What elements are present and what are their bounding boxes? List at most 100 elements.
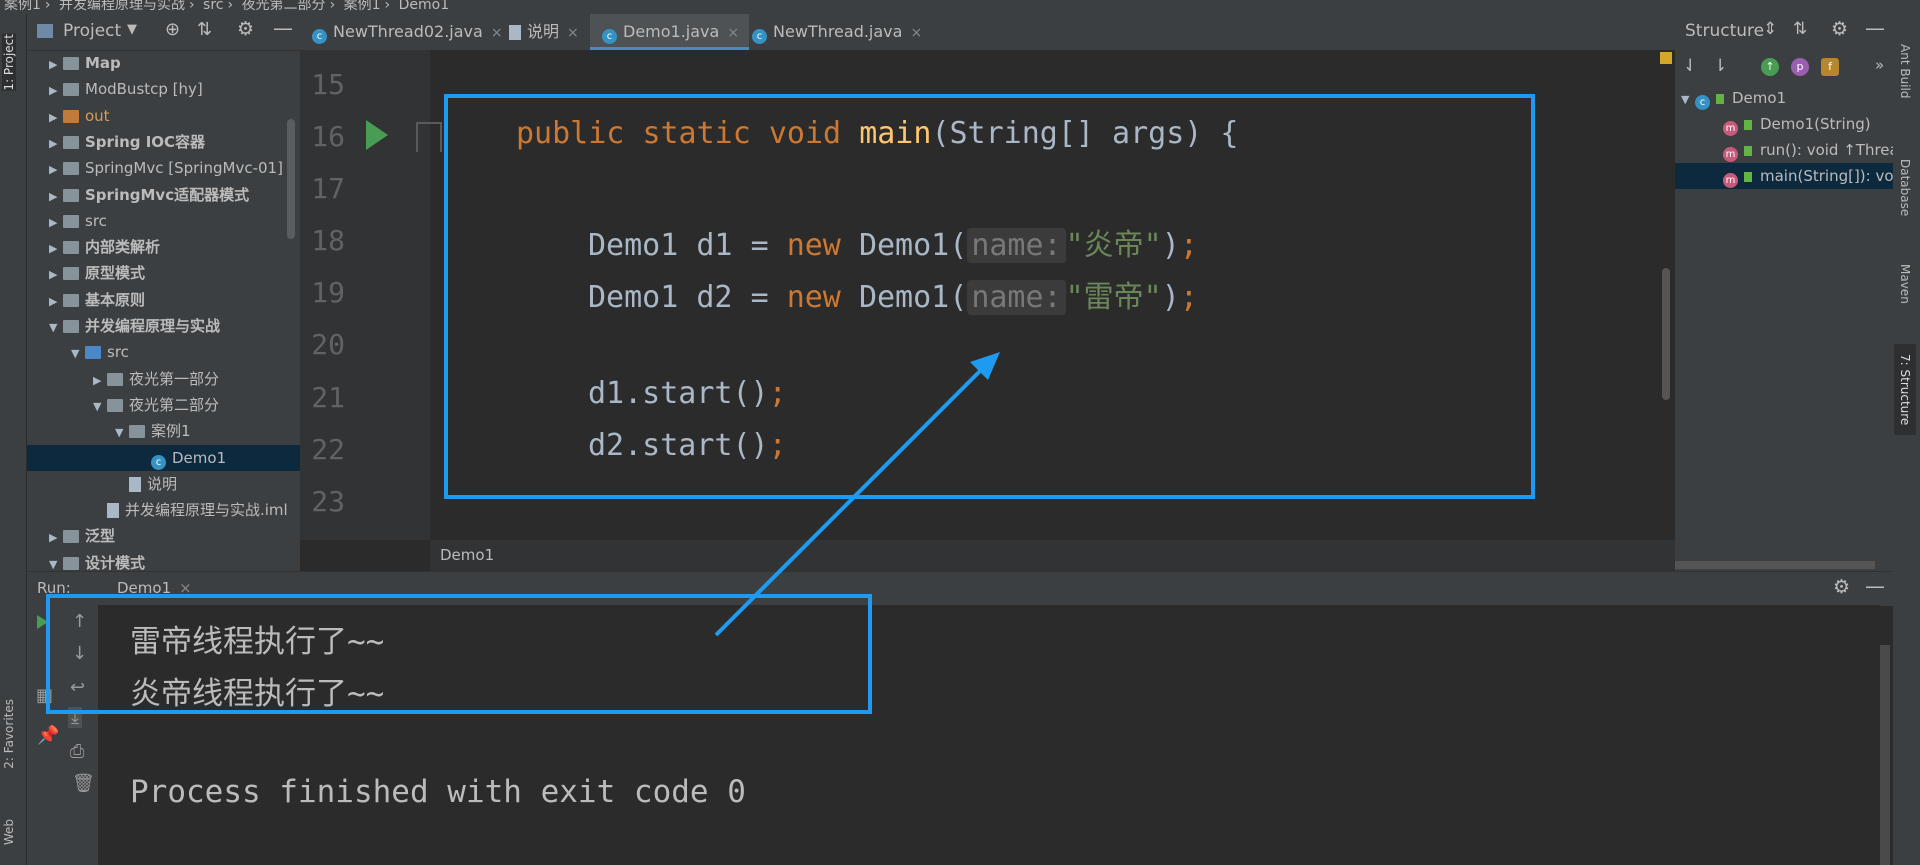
tree-item-label: src: [85, 211, 107, 230]
favorites-tool-tab[interactable]: 2: Favorites: [2, 699, 16, 769]
sort-visibility-icon[interactable]: ⇂: [1713, 56, 1727, 76]
tree-item[interactable]: ▶ 基本原则: [27, 287, 300, 313]
web-tool-tab[interactable]: Web: [2, 819, 16, 845]
tab-demo1[interactable]: c Demo1.java ×: [590, 14, 750, 50]
project-panel-title[interactable]: Project: [63, 21, 121, 41]
tree-item[interactable]: ▼ 夜光第二部分: [27, 392, 300, 418]
chevron-right-icon[interactable]: ▶: [49, 210, 63, 236]
tree-item[interactable]: ▶ 内部类解析: [27, 234, 300, 260]
tab-shuoming[interactable]: 说明 ×: [497, 14, 589, 50]
tree-item[interactable]: ▶ Map: [27, 50, 300, 76]
minimize-icon[interactable]: —: [1865, 16, 1885, 40]
chevron-down-icon[interactable]: ▼: [71, 341, 85, 367]
source-folder-icon: [85, 346, 101, 360]
method-icon: m: [1723, 147, 1738, 162]
structure-item-run[interactable]: mrun(): void ↑Thread: [1675, 137, 1893, 163]
tree-item-label: 泛型: [85, 527, 116, 546]
tab-newthread[interactable]: c NewThread.java ×: [740, 14, 932, 50]
chevron-right-icon[interactable]: ▶: [49, 262, 63, 288]
tree-item[interactable]: ▼ 并发编程原理与实战: [27, 313, 300, 339]
console-scrollbar[interactable]: [1880, 645, 1890, 865]
breadcrumb-item[interactable]: 案例1: [344, 0, 381, 13]
print-icon[interactable]: ⎙: [70, 741, 84, 762]
tab-newthread02[interactable]: c NewThread02.java ×: [300, 14, 513, 50]
chevron-right-icon[interactable]: ▶: [49, 105, 63, 131]
folder-icon: [63, 57, 79, 70]
chevron-right-icon[interactable]: ▶: [49, 52, 63, 78]
structure-item-class[interactable]: ▼ c Demo1: [1675, 85, 1893, 111]
inherited-icon[interactable]: ↑: [1761, 58, 1779, 76]
gear-icon[interactable]: ⚙: [1833, 576, 1850, 598]
tree-item[interactable]: ▼ 案例1: [27, 418, 300, 444]
structure-scrollbar[interactable]: [1675, 561, 1875, 569]
breadcrumb-item[interactable]: 夜光第二部分: [242, 0, 326, 13]
tree-item[interactable]: 说明: [27, 471, 300, 497]
class-icon: c: [312, 29, 327, 44]
structure-tool-tab[interactable]: 7: Structure: [1894, 344, 1916, 436]
chevron-down-icon[interactable]: ▼: [49, 315, 63, 341]
more-icon[interactable]: »: [1875, 56, 1884, 74]
structure-item-main[interactable]: m main(String[]): void: [1675, 163, 1893, 189]
ant-build-tool-tab[interactable]: Ant Build: [1898, 44, 1912, 98]
tree-item[interactable]: ▶ Spring IOC容器: [27, 129, 300, 155]
project-tool-tab[interactable]: 1: Project: [2, 34, 16, 91]
run-gutter-icon[interactable]: [366, 120, 388, 150]
chevron-down-icon[interactable]: ▼: [1681, 87, 1695, 113]
properties-icon[interactable]: p: [1791, 58, 1809, 76]
breadcrumb-item[interactable]: Demo1: [399, 0, 450, 13]
close-icon[interactable]: ×: [910, 25, 922, 41]
inspection-status-icon[interactable]: [1660, 52, 1672, 64]
chevron-right-icon[interactable]: ▶: [93, 368, 107, 394]
tree-item[interactable]: 并发编程原理与实战.iml: [27, 497, 300, 523]
locate-icon[interactable]: ⊕: [165, 19, 180, 40]
fields-icon[interactable]: f: [1821, 58, 1839, 76]
chevron-right-icon[interactable]: ▶: [49, 289, 63, 315]
sort-alpha-icon[interactable]: ⇃: [1683, 56, 1697, 76]
chevron-right-icon[interactable]: ▶: [49, 184, 63, 210]
editor-scrollbar[interactable]: [1662, 268, 1670, 400]
project-scrollbar[interactable]: [287, 119, 295, 239]
breadcrumb-item[interactable]: src: [203, 0, 223, 13]
chevron-down-icon[interactable]: ▼: [49, 552, 63, 571]
expand-all-icon[interactable]: ⇕: [1763, 19, 1777, 39]
chevron-down-icon[interactable]: ▼: [115, 420, 129, 446]
file-breadcrumb[interactable]: Demo1: [440, 546, 494, 564]
chevron-down-icon[interactable]: ▼: [93, 394, 107, 420]
tree-item[interactable]: ▶ SpringMvc适配器模式: [27, 182, 300, 208]
tree-item[interactable]: c Demo1: [27, 444, 300, 471]
tree-item[interactable]: ▼ src: [27, 339, 300, 365]
chevron-down-icon[interactable]: ▼: [127, 22, 137, 37]
tree-item[interactable]: ▶ SpringMvc [SpringMvc-01]: [27, 155, 300, 181]
minimize-icon[interactable]: —: [1865, 574, 1885, 598]
maven-tool-tab[interactable]: Maven: [1898, 264, 1912, 304]
tree-item[interactable]: ▶ 夜光第一部分: [27, 366, 300, 392]
class-icon: c: [1695, 95, 1710, 110]
chevron-right-icon[interactable]: ▶: [49, 525, 63, 551]
database-tool-tab[interactable]: Database: [1898, 159, 1912, 216]
tree-item[interactable]: ▶ out: [27, 103, 300, 129]
chevron-right-icon[interactable]: ▶: [49, 236, 63, 262]
breadcrumb-item[interactable]: 案例1: [4, 0, 41, 13]
trash-icon[interactable]: 🗑: [72, 773, 95, 794]
chevron-right-icon[interactable]: ▶: [49, 157, 63, 183]
tree-item[interactable]: ▶ 泛型: [27, 523, 300, 549]
close-icon[interactable]: ×: [727, 25, 739, 41]
method-icon: m: [1723, 121, 1738, 136]
chevron-right-icon[interactable]: ▶: [49, 78, 63, 104]
fold-marker-icon[interactable]: [416, 122, 442, 152]
minimize-icon[interactable]: —: [273, 16, 293, 40]
tree-item[interactable]: ▶ src: [27, 208, 300, 234]
close-icon[interactable]: ×: [567, 25, 579, 41]
pin-icon[interactable]: 📌: [37, 725, 59, 746]
tree-item[interactable]: ▼ 设计模式: [27, 550, 300, 571]
gear-icon[interactable]: ⚙: [237, 18, 254, 40]
chevron-right-icon[interactable]: ▶: [49, 131, 63, 157]
breadcrumb-item[interactable]: 并发编程原理与实战: [59, 0, 185, 13]
gear-icon[interactable]: ⚙: [1831, 18, 1848, 40]
tree-item[interactable]: ▶ ModBustcp [hy]: [27, 76, 300, 102]
tab-label: Demo1.java: [623, 22, 720, 41]
collapse-all-icon[interactable]: ⇅: [1793, 19, 1807, 39]
structure-item-constructor[interactable]: m Demo1(String): [1675, 111, 1893, 137]
tree-item[interactable]: ▶ 原型模式: [27, 260, 300, 286]
collapse-all-icon[interactable]: ⇅: [197, 19, 212, 40]
